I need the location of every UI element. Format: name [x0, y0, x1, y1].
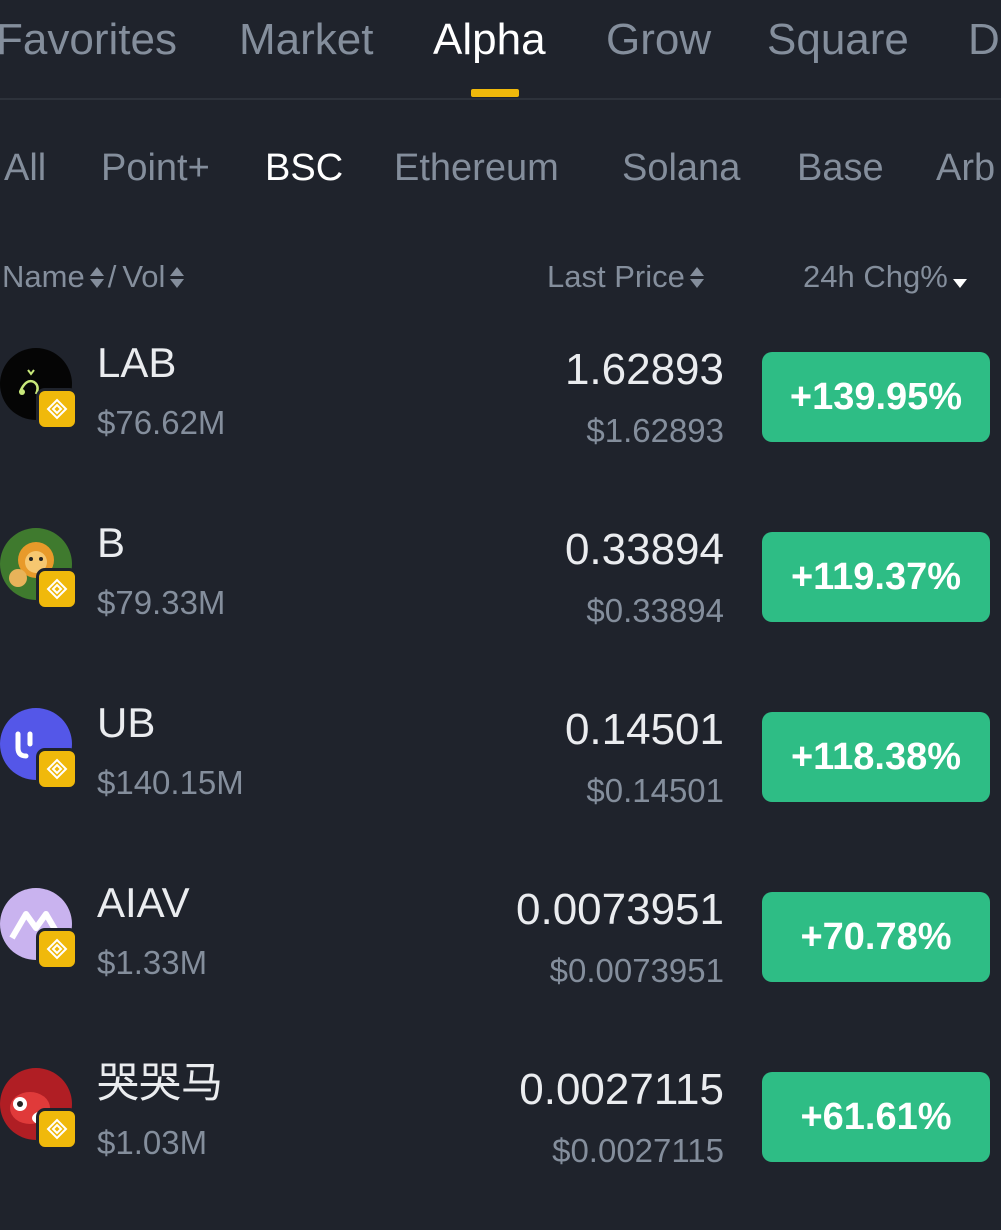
change-badge: +139.95%: [762, 352, 990, 442]
token-usd-price: $0.0073951: [549, 952, 724, 989]
token-symbol: B: [97, 519, 126, 566]
chain-filter-bar: All Point+ BSC Ethereum Solana Base Arb: [0, 140, 1001, 200]
change-badge: +118.38%: [762, 712, 990, 802]
token-volume: $79.33M: [97, 584, 226, 621]
chain-tab-point-plus[interactable]: Point+: [101, 144, 210, 192]
change-badge: +119.37%: [762, 532, 990, 622]
sort-arrows-icon: [89, 262, 104, 292]
change-column-label: 24h Chg%: [803, 259, 948, 294]
token-last-price: 0.0027115: [519, 1065, 724, 1114]
bsc-chain-icon: [36, 568, 78, 610]
tab-alpha[interactable]: Alpha: [433, 14, 546, 66]
token-volume: $76.62M: [97, 404, 226, 441]
token-symbol: AIAV: [97, 879, 190, 926]
tab-grow[interactable]: Grow: [606, 14, 711, 66]
token-last-price: 0.33894: [564, 525, 724, 574]
token-volume: $1.33M: [97, 944, 208, 981]
token-symbol: 哭哭马: [97, 1059, 224, 1106]
token-row[interactable]: AIAV $1.33M 0.0073951 $0.0073951 +70.78%: [0, 870, 1001, 1050]
last-price-sort-header[interactable]: Last Price: [547, 258, 708, 296]
token-last-price: 0.14501: [564, 705, 724, 754]
active-tab-indicator: [471, 89, 519, 97]
bsc-chain-icon: [36, 928, 78, 970]
list-header: Name / Vol Last Price 24h Chg%: [0, 250, 1001, 304]
token-row[interactable]: UB $140.15M 0.14501 $0.14501 +118.38%: [0, 690, 1001, 870]
tab-more[interactable]: D: [968, 14, 1000, 66]
token-row[interactable]: 哭哭马 $1.03M 0.0027115 $0.0027115 +61.61%: [0, 1050, 1001, 1230]
chain-tab-all[interactable]: All: [4, 144, 46, 192]
chain-tab-bsc[interactable]: BSC: [265, 144, 343, 192]
vol-column-label: Vol: [122, 259, 166, 294]
token-usd-price: $1.62893: [586, 412, 724, 449]
token-row[interactable]: LAB $76.62M 1.62893 $1.62893 +139.95%: [0, 330, 1001, 510]
name-column-label: Name: [2, 259, 85, 294]
token-last-price: 0.0073951: [516, 885, 724, 934]
tab-favorites[interactable]: Favorites: [0, 14, 177, 66]
token-volume: $1.03M: [97, 1124, 208, 1161]
token-last-price: 1.62893: [564, 345, 724, 394]
tab-square[interactable]: Square: [767, 14, 909, 66]
chain-tab-arb[interactable]: Arb: [936, 144, 995, 192]
change-badge: +61.61%: [762, 1072, 990, 1162]
change-badge: +70.78%: [762, 892, 990, 982]
bsc-chain-icon: [36, 388, 78, 430]
sort-arrows-icon: [170, 262, 185, 292]
token-volume: $140.15M: [97, 764, 244, 801]
bsc-chain-icon: [36, 748, 78, 790]
chain-tab-base[interactable]: Base: [797, 144, 884, 192]
chain-tab-ethereum[interactable]: Ethereum: [394, 144, 559, 192]
top-tab-bar: Favorites Market Alpha Grow Square D: [0, 0, 1001, 100]
sort-arrows-icon: [689, 262, 704, 292]
token-usd-price: $0.33894: [586, 592, 724, 629]
header-separator: /: [107, 259, 117, 294]
token-row[interactable]: B $79.33M 0.33894 $0.33894 +119.37%: [0, 510, 1001, 690]
name-vol-sort-header[interactable]: Name / Vol: [2, 258, 188, 296]
sort-desc-icon: [952, 262, 967, 292]
token-symbol: LAB: [97, 339, 177, 386]
token-usd-price: $0.0027115: [552, 1132, 724, 1169]
token-usd-price: $0.14501: [586, 772, 724, 809]
token-symbol: UB: [97, 699, 156, 746]
change-sort-header[interactable]: 24h Chg%: [803, 258, 971, 296]
chain-tab-solana[interactable]: Solana: [622, 144, 740, 192]
last-price-column-label: Last Price: [547, 259, 685, 294]
bsc-chain-icon: [36, 1108, 78, 1150]
tab-market[interactable]: Market: [239, 14, 373, 66]
